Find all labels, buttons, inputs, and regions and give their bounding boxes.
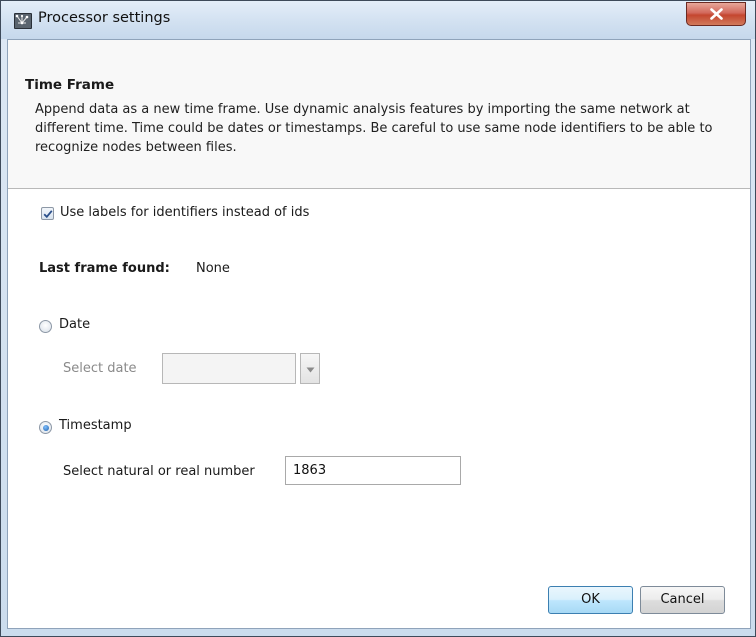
window-title: Processor settings — [38, 10, 171, 26]
title-bar[interactable]: Processor settings — [1, 1, 755, 39]
select-date-label: Select date — [63, 361, 137, 376]
number-input[interactable] — [285, 456, 461, 485]
close-button[interactable] — [686, 2, 746, 26]
dialog-content: Time Frame Append data as a new time fra… — [7, 39, 751, 629]
radio-selected-dot — [42, 424, 49, 431]
cancel-button[interactable]: Cancel — [640, 586, 725, 614]
checkmark-icon — [43, 210, 53, 219]
use-labels-checkbox[interactable] — [41, 207, 54, 220]
timestamp-radio-label[interactable]: Timestamp — [59, 418, 132, 433]
section-description: Append data as a new time frame. Use dyn… — [35, 102, 713, 155]
section-title: Time Frame — [25, 77, 115, 93]
date-dropdown-button — [300, 353, 320, 384]
last-frame-value: None — [196, 261, 230, 276]
description-panel: Time Frame Append data as a new time fra… — [8, 40, 750, 189]
use-labels-label[interactable]: Use labels for identifiers instead of id… — [60, 205, 309, 220]
dialog-window: Processor settings Time Frame Append dat… — [0, 0, 756, 637]
last-frame-label: Last frame found: — [39, 261, 170, 276]
settings-panel: Use labels for identifiers instead of id… — [8, 189, 750, 628]
date-radio[interactable] — [39, 320, 52, 333]
select-number-label: Select natural or real number — [63, 464, 255, 479]
ok-button[interactable]: OK — [548, 586, 633, 614]
chevron-down-icon — [306, 367, 315, 373]
close-icon — [710, 8, 723, 20]
date-radio-label[interactable]: Date — [59, 317, 90, 332]
date-field — [162, 353, 296, 384]
timestamp-radio[interactable] — [39, 421, 52, 434]
graph-app-icon — [14, 13, 32, 29]
